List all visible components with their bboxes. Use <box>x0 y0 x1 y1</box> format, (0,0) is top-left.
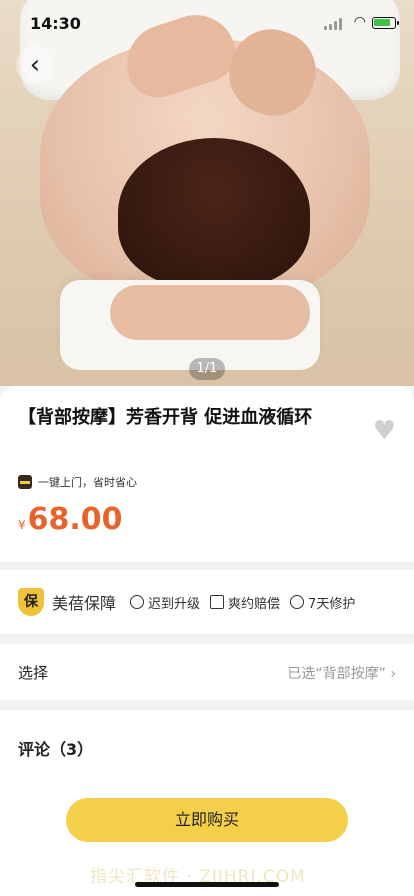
service-tag: 一键上门，省时省心 <box>18 474 137 490</box>
product-price: ¥ 68.00 <box>18 502 123 537</box>
product-info-card: 【背部按摩】芳香开背 促进血液循环 ♥ 一键上门，省时省心 ¥ 68.00 <box>0 386 414 562</box>
arms-shape <box>110 285 310 340</box>
selected-text: 已选“背部按摩” <box>287 666 386 682</box>
chevron-left-icon: ‹ <box>29 50 41 80</box>
clock-icon <box>130 595 145 609</box>
option-selected-value: 已选“背部按摩” › <box>287 663 396 683</box>
shop-icon <box>18 475 32 489</box>
currency-symbol: ¥ <box>18 518 26 532</box>
guarantee-item-repair: 7天修护 <box>290 593 355 612</box>
comments-label: 评论（3） <box>18 740 94 759</box>
option-select-row[interactable]: 选择 已选“背部按摩” › <box>0 644 414 700</box>
repair-icon <box>290 595 305 609</box>
guarantee-row[interactable]: 保 美蓓保障 迟到升级 爽约赔偿 7天修护 <box>0 570 414 634</box>
shield-icon: 保 <box>18 588 44 616</box>
guarantee-title: 美蓓保障 <box>52 594 117 613</box>
document-icon <box>210 595 225 609</box>
guarantee-item-compensation: 爽约赔偿 <box>210 593 280 612</box>
heart-icon[interactable]: ♥ <box>373 416 396 446</box>
product-title: 【背部按摩】芳香开背 促进血液循环 <box>18 407 313 428</box>
guarantee-item-label: 7天修护 <box>308 596 356 612</box>
buy-now-button[interactable]: 立即购买 <box>66 798 348 842</box>
hero-image: 1/1 <box>0 0 414 386</box>
status-bar: 14:30 ◠ <box>0 0 414 44</box>
home-indicator <box>135 882 279 887</box>
back-button[interactable]: ‹ <box>16 46 54 84</box>
comments-section[interactable]: 评论（3） <box>0 710 414 782</box>
guarantee-item-late: 迟到升级 <box>130 593 200 612</box>
bottom-bar: 立即购买 指尖汇软件 · ZIJHRJ.COM <box>0 782 414 896</box>
guarantee-item-label: 爽约赔偿 <box>228 596 281 612</box>
signal-icon <box>324 18 344 30</box>
service-tag-text: 一键上门，省时省心 <box>38 476 137 489</box>
status-time: 14:30 <box>30 14 81 33</box>
head-shape <box>118 138 310 288</box>
chevron-right-icon: › <box>390 666 396 682</box>
guarantee-item-label: 迟到升级 <box>148 596 201 612</box>
price-value: 68.00 <box>27 502 123 537</box>
battery-icon <box>372 17 399 29</box>
image-pager: 1/1 <box>189 358 225 380</box>
option-select-label: 选择 <box>18 664 49 682</box>
wifi-icon: ◠ <box>353 14 366 30</box>
